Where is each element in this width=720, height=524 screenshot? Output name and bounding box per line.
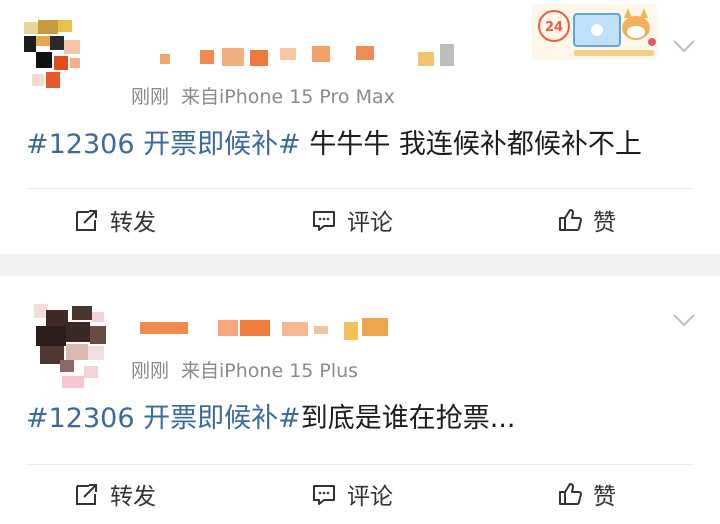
post-card[interactable]: 刚刚 来自iPhone 15 Plus #12306 开票即候补#到底是谁在抢票.… [0, 276, 720, 524]
post-source: 来自iPhone 15 Plus [181, 360, 359, 382]
repost-button[interactable]: 转发 [74, 200, 156, 240]
username[interactable] [132, 316, 412, 342]
username[interactable] [150, 44, 480, 70]
topic-link[interactable]: #12306 开票即候补# [26, 129, 301, 160]
post-time: 刚刚 [131, 360, 170, 382]
post-meta: 刚刚 来自iPhone 15 Pro Max [131, 82, 395, 109]
chevron-down-icon[interactable] [672, 38, 696, 54]
divider [26, 188, 694, 189]
post-source: 来自iPhone 15 Pro Max [181, 86, 395, 108]
post-meta: 刚刚 来自iPhone 15 Plus [131, 356, 358, 383]
like-button[interactable]: 赞 [557, 474, 616, 514]
repost-label: 转发 [110, 484, 156, 510]
comment-label: 评论 [347, 210, 393, 236]
repost-icon [76, 210, 97, 231]
repost-button[interactable]: 转发 [74, 474, 156, 514]
comment-button[interactable]: 评论 [311, 200, 393, 240]
like-button[interactable]: 赞 [557, 200, 616, 240]
post-content: #12306 开票即候补# 牛牛牛 我连候补都候补不上 [26, 128, 700, 162]
post-card[interactable]: 刚刚 来自iPhone 15 Pro Max 24 #12306 开票即候补# 牛… [0, 0, 720, 254]
action-bar: 转发 评论 赞 [0, 474, 720, 514]
repost-label: 转发 [110, 210, 156, 236]
divider [26, 464, 694, 465]
avatar[interactable] [24, 14, 90, 100]
repost-icon [76, 484, 97, 505]
feed: 刚刚 来自iPhone 15 Pro Max 24 #12306 开票即候补# 牛… [0, 0, 720, 524]
chevron-down-icon[interactable] [672, 312, 696, 328]
post-text: 牛牛牛 我连候补都候补不上 [300, 129, 642, 160]
action-bar: 转发 评论 赞 [0, 200, 720, 240]
post-text: 到底是谁在抢票... [300, 403, 516, 434]
comment-icon [313, 485, 335, 505]
post-time: 刚刚 [131, 86, 170, 108]
svg-text:24: 24 [545, 20, 563, 35]
comment-button[interactable]: 评论 [311, 474, 393, 514]
avatar[interactable] [22, 290, 118, 390]
like-label: 赞 [593, 210, 616, 236]
comment-label: 评论 [347, 484, 393, 510]
post-separator [0, 254, 720, 276]
thumbs-up-icon [559, 209, 582, 231]
topic-link[interactable]: #12306 开票即候补# [26, 403, 301, 434]
comment-icon [313, 211, 335, 231]
cat-computer-badge-icon: 24 [532, 4, 658, 60]
post-content: #12306 开票即候补#到底是谁在抢票... [26, 402, 700, 436]
like-label: 赞 [593, 484, 616, 510]
thumbs-up-icon [559, 483, 582, 505]
